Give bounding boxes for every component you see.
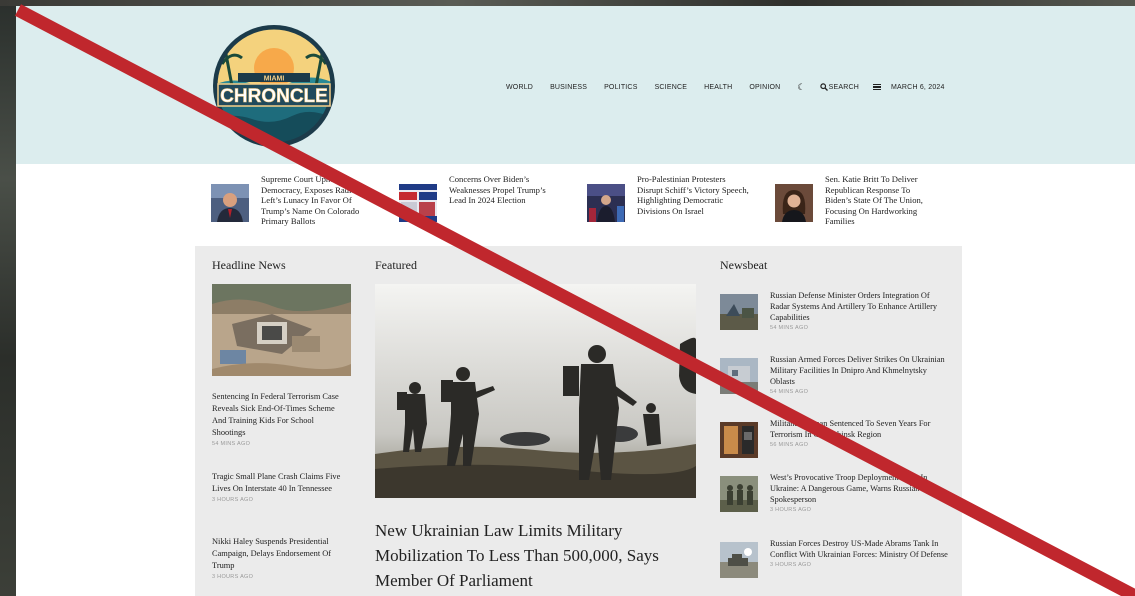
article-time: 54 MINS AGO: [212, 441, 251, 447]
current-date: MARCH 6, 2024: [891, 83, 945, 91]
nav-opinion[interactable]: OPINION: [749, 84, 780, 91]
search-button[interactable]: SEARCH: [819, 83, 860, 91]
newsbeat-heading: Newsbeat: [720, 258, 768, 272]
background-photo-left: [0, 0, 16, 596]
main-nav: WORLD BUSINESS POLITICS SCIENCE HEALTH O…: [506, 80, 945, 94]
nav-politics[interactable]: POLITICS: [604, 84, 638, 91]
headline-image[interactable]: [212, 284, 351, 376]
newsbeat-item[interactable]: Russian Defense Minister Orders Integrat…: [720, 290, 950, 338]
article-title: Nikki Haley Suspends Presidential Campai…: [212, 537, 332, 570]
ticker-thumbnail: [775, 184, 813, 222]
ticker-thumbnail: [399, 184, 437, 222]
main-content: Headline News Sentencing In Federal Terr…: [195, 246, 962, 596]
top-story-ticker: Supreme Court Upholds Democracy, Exposes…: [211, 174, 961, 240]
newsbeat-thumbnail: [720, 542, 758, 578]
ticker-title: Concerns Over Biden’s Weaknesses Propel …: [449, 174, 546, 206]
newsbeat-item[interactable]: Russian Armed Forces Deliver Strikes On …: [720, 354, 950, 402]
article-title: Militant Gunman Sentenced To Seven Years…: [770, 419, 931, 439]
article-title: Russian Defense Minister Orders Integrat…: [770, 291, 938, 322]
ticker-item[interactable]: Sen. Katie Britt To Deliver Republican R…: [775, 174, 937, 240]
ticker-title: Sen. Katie Britt To Deliver Republican R…: [825, 174, 923, 227]
article-title: Tragic Small Plane Crash Claims Five Liv…: [212, 472, 341, 493]
miami-chronicle-logo[interactable]: MIAMI CHRONCLE: [212, 24, 336, 148]
ticker-item[interactable]: Pro-Palestinian Protesters Disrupt Schif…: [587, 174, 749, 240]
logo-name-text: CHRONCLE: [220, 86, 328, 107]
article-time: 3 HOURS AGO: [212, 497, 254, 503]
featured-heading: Featured: [375, 258, 417, 272]
search-icon: [819, 83, 828, 91]
ticker-title: Pro-Palestinian Protesters Disrupt Schif…: [637, 174, 749, 216]
ticker-title: Supreme Court Upholds Democracy, Exposes…: [261, 174, 362, 227]
moon-icon[interactable]: ☾: [797, 82, 805, 93]
site-header: MIAMI CHRONCLE WORLD BUSINESS POLITICS S…: [16, 6, 1135, 164]
nav-business[interactable]: BUSINESS: [550, 84, 587, 91]
headline-news-item[interactable]: Sentencing In Federal Terrorism Case Rev…: [212, 391, 347, 447]
newsbeat-item[interactable]: Russian Forces Destroy US-Made Abrams Ta…: [720, 538, 950, 586]
article-time: 3 HOURS AGO: [770, 562, 812, 568]
newsbeat-thumbnail: [720, 422, 758, 458]
ticker-item[interactable]: Supreme Court Upholds Democracy, Exposes…: [211, 174, 373, 240]
newsbeat-item[interactable]: West’s Provocative Troop Deployment Talk…: [720, 472, 950, 520]
article-time: 3 HOURS AGO: [212, 574, 254, 580]
featured-headline[interactable]: New Ukrainian Law Limits Military Mobili…: [375, 518, 705, 593]
newsbeat-thumbnail: [720, 358, 758, 394]
newsbeat-thumbnail: [720, 294, 758, 330]
newsbeat-item[interactable]: Militant Gunman Sentenced To Seven Years…: [720, 418, 950, 466]
webpage: MIAMI CHRONCLE WORLD BUSINESS POLITICS S…: [16, 6, 1135, 596]
ticker-thumbnail: [587, 184, 625, 222]
article-title: Sentencing In Federal Terrorism Case Rev…: [212, 392, 339, 437]
hamburger-menu-icon[interactable]: [873, 83, 882, 91]
article-title: Russian Armed Forces Deliver Strikes On …: [770, 355, 945, 386]
article-title: West’s Provocative Troop Deployment Talk…: [770, 473, 928, 504]
search-label: SEARCH: [828, 83, 860, 91]
featured-image[interactable]: [375, 284, 696, 498]
nav-world[interactable]: WORLD: [506, 84, 533, 91]
headline-news-item[interactable]: Nikki Haley Suspends Presidential Campai…: [212, 536, 347, 580]
article-time: 54 MINS AGO: [770, 325, 809, 331]
article-time: 56 MINS AGO: [770, 442, 809, 448]
nav-science[interactable]: SCIENCE: [655, 84, 688, 91]
article-time: 54 MINS AGO: [770, 389, 809, 395]
headline-news-item[interactable]: Tragic Small Plane Crash Claims Five Liv…: [212, 471, 347, 503]
logo-city-text: MIAMI: [264, 76, 285, 83]
headline-news-heading: Headline News: [212, 258, 286, 272]
article-time: 3 HOURS AGO: [770, 507, 812, 513]
ticker-item[interactable]: Concerns Over Biden’s Weaknesses Propel …: [399, 174, 561, 240]
ticker-thumbnail: [211, 184, 249, 222]
article-title: Russian Forces Destroy US-Made Abrams Ta…: [770, 539, 948, 559]
newsbeat-thumbnail: [720, 476, 758, 512]
nav-health[interactable]: HEALTH: [704, 84, 732, 91]
